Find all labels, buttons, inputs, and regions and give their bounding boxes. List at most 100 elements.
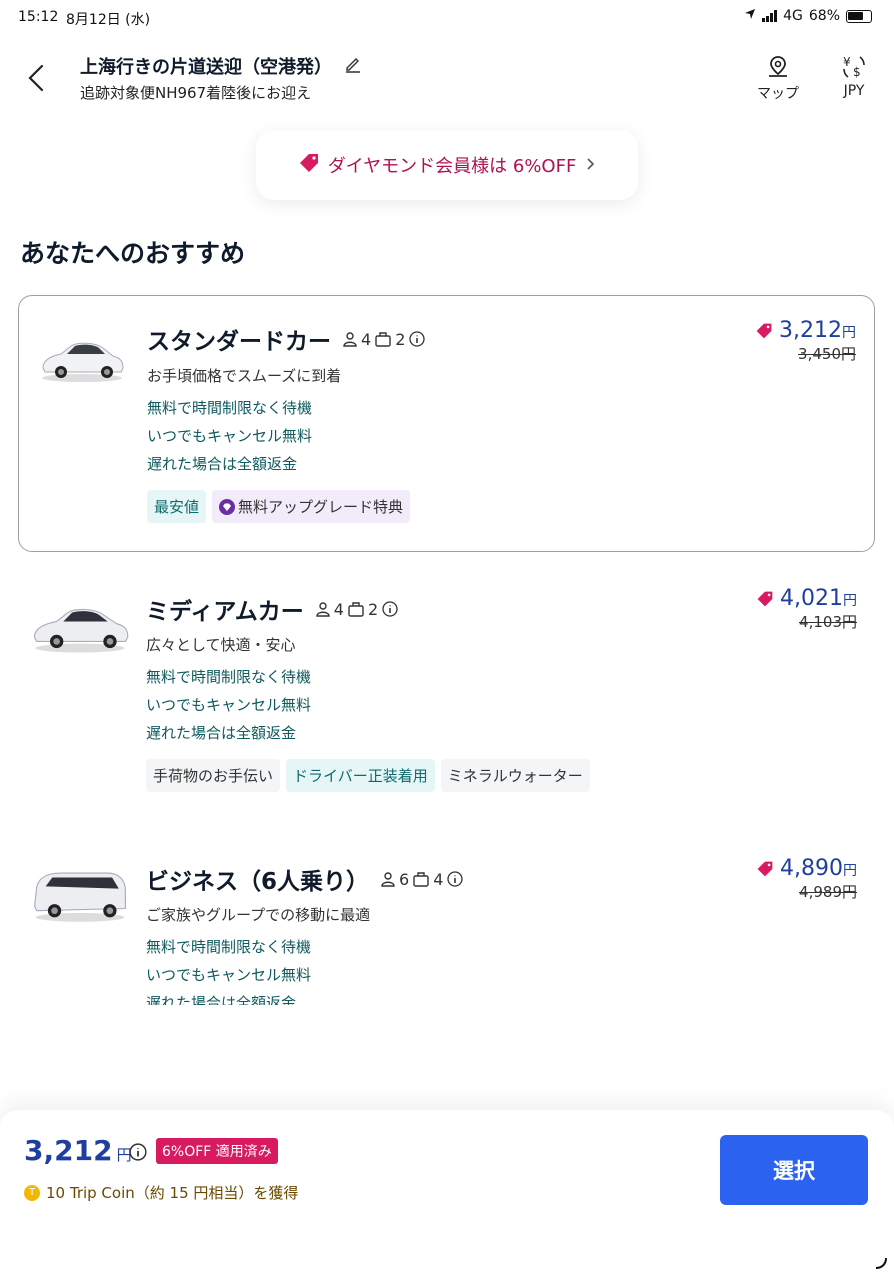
trip-coin-info: T 10 Trip Coin（約 15 円相当）を獲得 (24, 1182, 298, 1203)
back-button[interactable] (22, 60, 52, 96)
status-time: 15:12 (18, 9, 59, 25)
discount-tag-icon (757, 861, 773, 876)
tag-list: 最安値 無料アップグレード特典 (147, 490, 411, 523)
location-icon (744, 8, 756, 24)
capacity: 4 2 (316, 600, 398, 619)
passenger-count: 4 (361, 329, 372, 349)
current-price: 4,021円 (756, 586, 857, 611)
page-title: 上海行きの片道送迎（空港発） (80, 53, 362, 79)
car-price: 4,021円 4,103円 (756, 586, 857, 632)
promo-banner[interactable]: ダイヤモンド会員様は 6%OFF (256, 130, 638, 200)
car-description: お手頃価格でスムーズに到着 (147, 367, 342, 385)
edit-icon[interactable] (344, 55, 362, 78)
luggage-count: 2 (395, 329, 406, 349)
passenger-count: 6 (399, 869, 410, 889)
feature-list: 無料で時間制限なく待機 いつでもキャンセル無料 遅れた場合は全額返金 (147, 394, 312, 478)
price-value: 4,021 (780, 586, 843, 611)
promo-text: ダイヤモンド会員様は 6%OFF (327, 156, 577, 177)
car-price: 3,212円 3,450円 (755, 318, 856, 364)
passenger-count: 4 (333, 599, 344, 619)
status-bar: 15:12 8月12日 (水) 4G 68% (0, 0, 894, 36)
tag-icon (298, 152, 320, 179)
person-icon (381, 872, 395, 887)
info-icon[interactable] (409, 331, 426, 347)
price-value: 4,890 (780, 856, 843, 881)
tag-cheapest: 最安値 (147, 490, 207, 523)
feature-item: いつでもキャンセル無料 (146, 966, 312, 984)
signal-icon (762, 10, 778, 22)
car-name-text: スタンダードカー (147, 329, 331, 355)
status-right: 4G 68% (744, 8, 872, 24)
total-price: 3,212 円 (24, 1134, 132, 1167)
luggage-icon (348, 601, 364, 617)
map-button[interactable]: マップ (752, 54, 804, 103)
luggage-icon (413, 871, 429, 887)
tag-upgrade-text: 無料アップグレード特典 (238, 498, 404, 516)
page-subtitle: 追跡対象便NH967着陸後にお迎え (80, 84, 312, 102)
resize-handle-icon (872, 1254, 888, 1274)
car-name-text: ビジネス（6人乗り） (146, 869, 370, 895)
current-price: 4,890円 (756, 856, 857, 881)
car-description: ご家族やグループでの移動に最適 (146, 906, 371, 924)
battery-label: 68% (808, 8, 840, 24)
currency-exchange-icon: ¥ $ (843, 55, 865, 79)
network-label: 4G (783, 8, 803, 24)
car-card-medium[interactable]: ミディアムカー 4 2 広々として快適・安心 無料で時間制限なく待機 いつでもキ… (18, 570, 875, 810)
luggage-count: 2 (367, 599, 379, 619)
status-date: 8月12日 (水) (66, 12, 151, 28)
feature-item: いつでもキャンセル無料 (146, 696, 312, 714)
feature-item: 遅れた場合は全額返金 (146, 724, 297, 742)
feature-item: 遅れた場合は全額返金 (147, 455, 298, 473)
feature-item: 無料で時間制限なく待機 (146, 668, 312, 686)
info-icon[interactable] (129, 1143, 147, 1165)
car-name: スタンダードカー 4 2 (147, 322, 426, 356)
tag-driver-formal: ドライバー正装着用 (286, 759, 435, 792)
feature-list: 無料で時間制限なく待機 いつでもキャンセル無料 遅れた場合は全額返金 (146, 663, 311, 747)
price-currency: 円 (842, 325, 856, 341)
tag-upgrade: 無料アップグレード特典 (212, 490, 411, 523)
map-pin-icon (769, 56, 787, 77)
feature-item: いつでもキャンセル無料 (147, 427, 313, 445)
feature-item: 無料で時間制限なく待機 (147, 399, 313, 417)
luggage-icon (375, 331, 391, 347)
tag-list: 手荷物のお手伝い ドライバー正装着用 ミネラルウォーター (146, 759, 590, 792)
header: 上海行きの片道送迎（空港発） 追跡対象便NH967着陸後にお迎え マップ ¥ $… (0, 40, 894, 120)
car-card-standard[interactable]: スタンダードカー 4 2 お手頃価格でスムーズに到着 無料で時間制限なく待機 い… (18, 295, 875, 552)
capacity: 6 4 (381, 869, 464, 889)
diamond-icon (219, 498, 236, 515)
total-price-value: 3,212 (24, 1134, 113, 1167)
currency-button[interactable]: ¥ $ JPY (832, 54, 876, 99)
tag-mineral-water: ミネラルウォーター (440, 759, 590, 792)
car-card-business[interactable]: ビジネス（6人乗り） 6 4 ご家族やグループでの移動に最適 無料で時間制限なく… (18, 840, 875, 1005)
price-currency: 円 (843, 593, 857, 609)
battery-icon (846, 9, 872, 23)
section-title: あなたへのおすすめ (20, 239, 246, 268)
bottom-bar: 3,212 円 6%OFF 適用済み T 10 Trip Coin（約 15 円… (0, 1110, 894, 1280)
original-price: 4,103円 (799, 613, 857, 631)
current-price: 3,212円 (755, 318, 856, 343)
luggage-count: 4 (433, 869, 444, 889)
trip-coin-text: 10 Trip Coin（約 15 円相当）を獲得 (46, 1184, 299, 1202)
sedan-car-icon (30, 598, 130, 660)
original-price: 3,450円 (798, 345, 856, 363)
price-currency: 円 (843, 863, 857, 879)
coin-icon: T (24, 1184, 40, 1201)
feature-item: 無料で時間制限なく待機 (146, 938, 312, 956)
svg-text:$: $ (853, 65, 861, 79)
discount-tag-icon (756, 323, 772, 338)
svg-text:¥: ¥ (843, 55, 851, 69)
feature-item: 遅れた場合は全額返金 (146, 994, 297, 1005)
sedan-car-icon (37, 334, 127, 388)
discount-tag-icon (757, 591, 773, 606)
select-button[interactable]: 選択 (720, 1135, 868, 1205)
capacity: 4 2 (343, 329, 426, 349)
person-icon (343, 332, 357, 347)
original-price: 4,989円 (799, 883, 857, 901)
map-label: マップ (757, 86, 799, 102)
info-icon[interactable] (382, 601, 398, 617)
car-name-text: ミディアムカー (146, 599, 304, 625)
van-car-icon (30, 862, 130, 928)
info-icon[interactable] (447, 871, 464, 887)
chevron-right-icon (584, 155, 596, 176)
car-price: 4,890円 4,989円 (756, 856, 857, 902)
